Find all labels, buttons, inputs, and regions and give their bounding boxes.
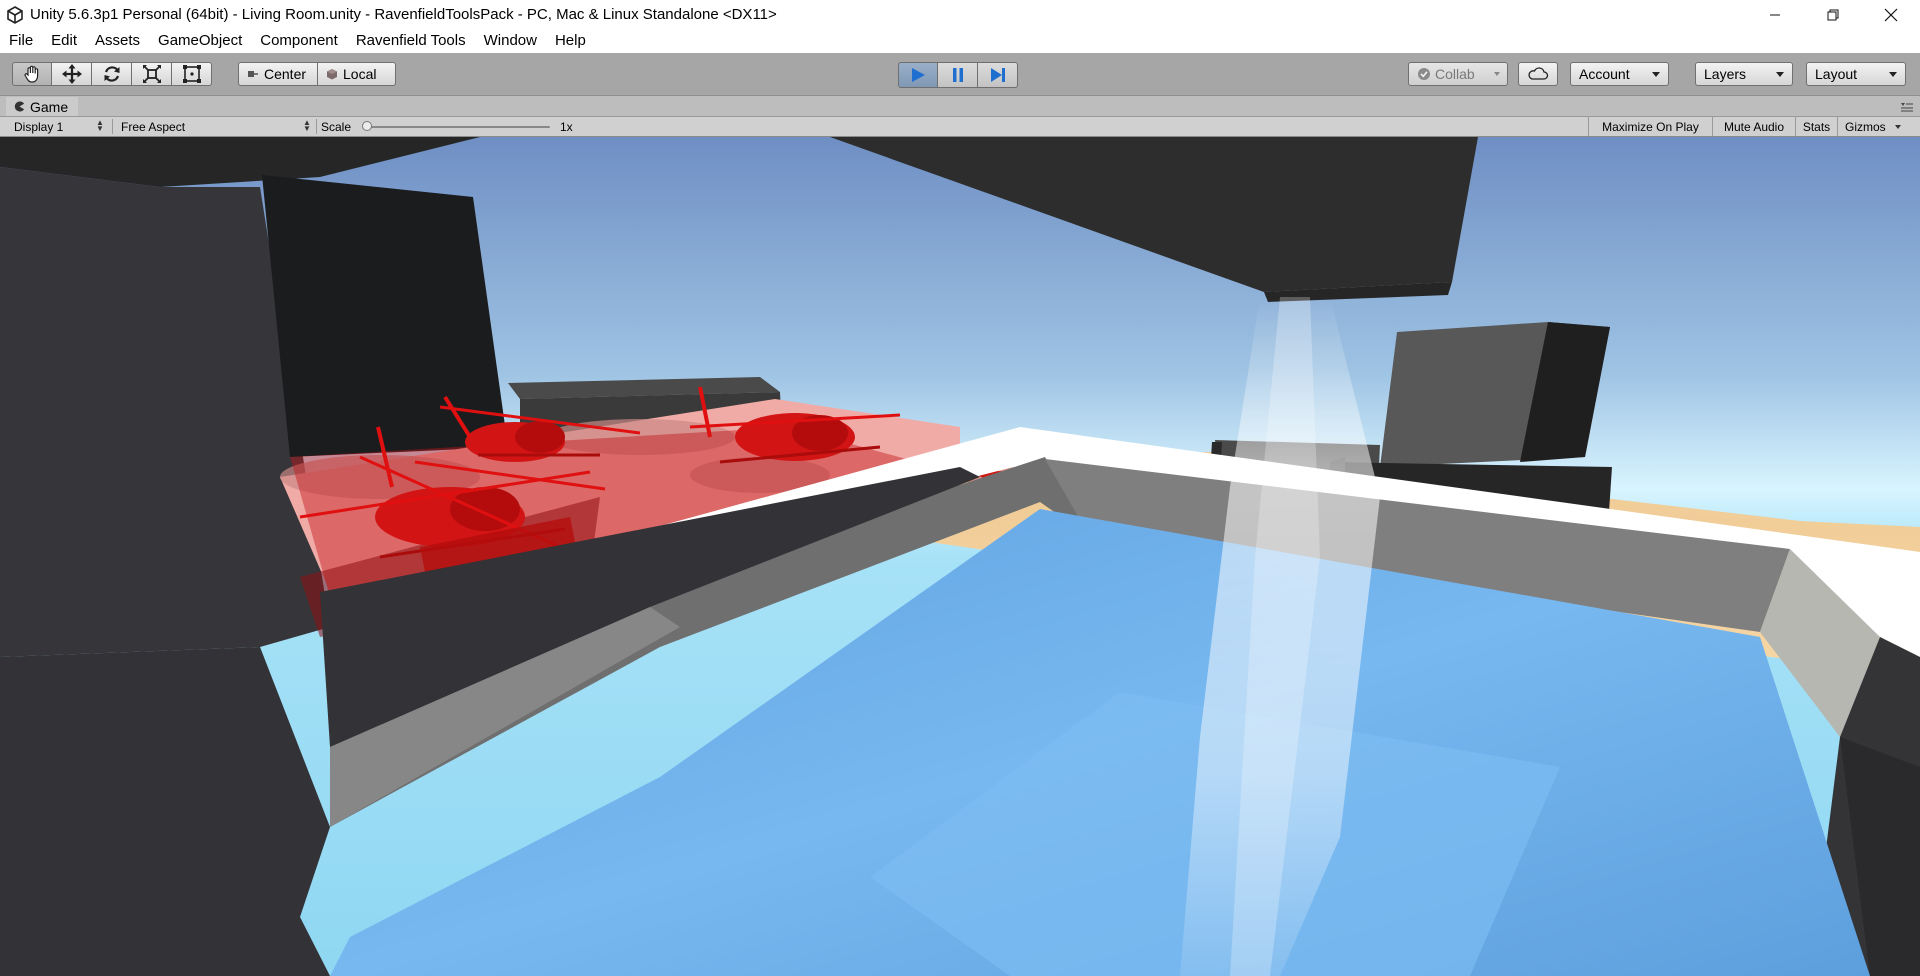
- pivot-mode-button[interactable]: Center: [238, 62, 318, 86]
- maximize-on-play-toggle[interactable]: Maximize On Play: [1588, 117, 1712, 136]
- game-view-controls: Display 1 ▲ ▼ Free Aspect ▲ ▼ Scale 1x Max…: [0, 117, 1920, 137]
- scale-tool-button[interactable]: [132, 62, 172, 86]
- play-icon: [912, 68, 925, 82]
- scale-slider-thumb[interactable]: [362, 121, 372, 131]
- mute-audio-toggle[interactable]: Mute Audio: [1712, 117, 1795, 136]
- menu-gameobject[interactable]: GameObject: [149, 29, 251, 53]
- move-tool-icon: [61, 64, 82, 84]
- updown-arrows-icon: ▲ ▼: [303, 118, 311, 133]
- step-icon: [990, 68, 1005, 82]
- menu-component[interactable]: Component: [251, 29, 347, 53]
- tab-menu-icon[interactable]: [1900, 102, 1914, 112]
- hand-tool-button[interactable]: [12, 62, 52, 86]
- chevron-down-icon: [1494, 72, 1500, 76]
- stats-toggle[interactable]: Stats: [1795, 117, 1837, 136]
- layout-label: Layout: [1815, 66, 1858, 82]
- play-controls: [898, 62, 1018, 88]
- rect-tool-icon: [182, 65, 201, 83]
- layout-dropdown[interactable]: Layout: [1806, 62, 1906, 86]
- menu-help[interactable]: Help: [546, 29, 595, 53]
- scale-slider-track[interactable]: [366, 126, 550, 128]
- cloud-services-button[interactable]: [1518, 62, 1558, 86]
- menu-assets[interactable]: Assets: [86, 29, 149, 53]
- scale-value: 1x: [560, 119, 573, 134]
- title-bar: Unity 5.6.3p1 Personal (64bit) - Living …: [0, 0, 1920, 29]
- game-tab-bar: Game: [0, 96, 1920, 117]
- restore-button[interactable]: [1804, 0, 1862, 29]
- collab-dropdown[interactable]: Collab: [1408, 62, 1508, 86]
- display-select[interactable]: Display 1 ▲ ▼: [14, 117, 106, 136]
- dark-back-panel: [262, 175, 508, 457]
- minimize-button[interactable]: [1746, 0, 1804, 29]
- chevron-down-icon: [1895, 125, 1901, 129]
- divider: [112, 119, 113, 134]
- pause-button[interactable]: [938, 62, 978, 88]
- cloud-icon: [1528, 67, 1549, 80]
- gizmos-dropdown[interactable]: Gizmos: [1837, 117, 1907, 136]
- aspect-select[interactable]: Free Aspect ▲ ▼: [121, 117, 313, 136]
- menu-window[interactable]: Window: [475, 29, 546, 53]
- scene-render: [0, 137, 1920, 976]
- close-button[interactable]: [1862, 0, 1920, 29]
- step-button[interactable]: [978, 62, 1018, 88]
- hand-tool-icon: [24, 65, 39, 83]
- menu-file[interactable]: File: [0, 29, 42, 53]
- main-toolbar: Center Local Collab Account Layers Layou…: [0, 53, 1920, 96]
- menu-bar: File Edit Assets GameObject Component Ra…: [0, 29, 1920, 53]
- rect-tool-button[interactable]: [172, 62, 212, 86]
- minimize-icon: [1770, 14, 1780, 15]
- game-viewport[interactable]: [0, 137, 1920, 976]
- pacman-game-icon: [14, 101, 25, 112]
- layers-label: Layers: [1704, 66, 1747, 82]
- account-dropdown[interactable]: Account: [1570, 62, 1669, 86]
- rotate-tool-icon: [104, 66, 119, 82]
- rotate-tool-button[interactable]: [92, 62, 132, 86]
- maximize-on-play-label: Maximize On Play: [1602, 119, 1699, 134]
- chevron-down-icon: [1652, 72, 1660, 77]
- updown-arrows-icon: ▲ ▼: [96, 118, 104, 133]
- divider: [316, 119, 317, 134]
- window-controls: [1746, 0, 1920, 29]
- play-button[interactable]: [898, 62, 938, 88]
- tab-game[interactable]: Game: [6, 97, 79, 116]
- move-tool-button[interactable]: [52, 62, 92, 86]
- pause-icon: [952, 68, 963, 82]
- chevron-down-icon: [1889, 72, 1897, 77]
- chevron-down-icon: [1776, 72, 1784, 77]
- collab-label: Collab: [1435, 66, 1475, 82]
- local-cube-icon: [327, 69, 337, 80]
- pivot-mode-label: Center: [264, 66, 307, 82]
- pivot-rotation-label: Local: [343, 66, 377, 82]
- transform-tools: [12, 62, 212, 86]
- scale-tool-icon: [142, 65, 161, 83]
- display-select-value: Display 1: [14, 119, 64, 134]
- layers-dropdown[interactable]: Layers: [1695, 62, 1793, 86]
- close-icon: [1884, 8, 1898, 21]
- menu-ravenfield-tools[interactable]: Ravenfield Tools: [347, 29, 475, 53]
- scale-label: Scale: [321, 119, 352, 134]
- mute-audio-label: Mute Audio: [1723, 119, 1785, 134]
- gizmos-label: Gizmos: [1845, 119, 1886, 134]
- pivot-controls: Center Local: [238, 62, 396, 86]
- unity-logo-icon: [7, 5, 23, 24]
- pivot-rotation-button[interactable]: Local: [318, 62, 396, 86]
- menu-edit[interactable]: Edit: [42, 29, 86, 53]
- stats-label: Stats: [1802, 119, 1831, 134]
- tab-game-label: Game: [30, 98, 69, 115]
- account-label: Account: [1579, 66, 1630, 82]
- pivot-center-icon: [248, 71, 258, 77]
- aspect-select-value: Free Aspect: [121, 119, 186, 134]
- collab-check-icon: [1418, 68, 1430, 80]
- restore-icon: [1827, 9, 1839, 20]
- window-title: Unity 5.6.3p1 Personal (64bit) - Living …: [30, 6, 777, 23]
